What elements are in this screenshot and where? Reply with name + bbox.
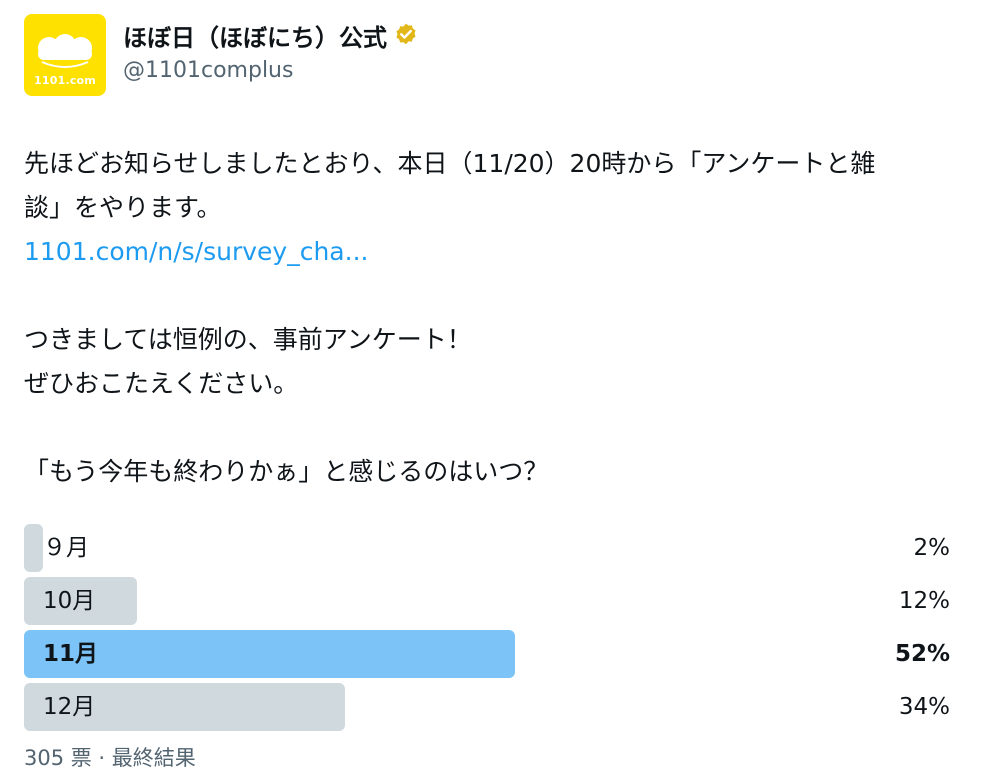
tweet-question: 「もう今年も終わりかぁ」と感じるのはいつ？ xyxy=(24,457,549,486)
tweet-text: 先ほどお知らせしましたとおり、本日（11/20）20時から「アンケートと雑 談」… xyxy=(24,142,974,494)
poll-footer: 305 票 · 最終結果 xyxy=(24,746,196,770)
verified-badge-icon[interactable] xyxy=(393,22,419,48)
tweet-link[interactable]: 1101.com/n/s/survey_cha... xyxy=(24,230,974,274)
poll-option-label: ９月 xyxy=(43,535,89,561)
tweet-header: 1101.com ほぼ日（ほぼにち）公式 @1101complus xyxy=(24,14,419,98)
poll-option-percent: 2% xyxy=(913,535,951,561)
poll-option-december: 12月 34% xyxy=(24,683,950,731)
poll-option-november: 11月 52% xyxy=(24,630,950,678)
poll-option-september: ９月 2% xyxy=(24,524,950,572)
user-handle[interactable]: @1101complus xyxy=(123,58,419,83)
avatar-caption: 1101.com xyxy=(34,74,96,87)
tweet-line: 先ほどお知らせしましたとおり、本日（11/20）20時から「アンケートと雑 xyxy=(24,149,876,178)
poll-option-percent: 12% xyxy=(898,588,950,614)
user-names: ほぼ日（ほぼにち）公式 @1101complus xyxy=(123,18,419,83)
display-name[interactable]: ほぼ日（ほぼにち）公式 xyxy=(123,18,387,53)
avatar[interactable]: 1101.com xyxy=(24,14,106,96)
poll: ９月 2% 10月 12% 11月 52% 12月 34% xyxy=(24,524,950,736)
tweet-line: ぜひおこたえください。 xyxy=(24,369,299,398)
poll-option-percent: 34% xyxy=(898,694,950,720)
tweet-line: つきましては恒例の、事前アンケート！ xyxy=(24,325,472,354)
poll-bar xyxy=(24,524,43,572)
poll-option-label: 12月 xyxy=(43,694,96,720)
tweet-card: 1101.com ほぼ日（ほぼにち）公式 @1101complus 先ほどお知ら… xyxy=(0,0,1000,784)
poll-option-october: 10月 12% xyxy=(24,577,950,625)
poll-option-percent: 52% xyxy=(894,641,950,667)
display-name-row: ほぼ日（ほぼにち）公式 xyxy=(123,18,419,52)
poll-option-label: 10月 xyxy=(43,588,96,614)
poll-option-label: 11月 xyxy=(43,641,99,667)
tweet-line: 談」をやります。 xyxy=(24,193,222,222)
